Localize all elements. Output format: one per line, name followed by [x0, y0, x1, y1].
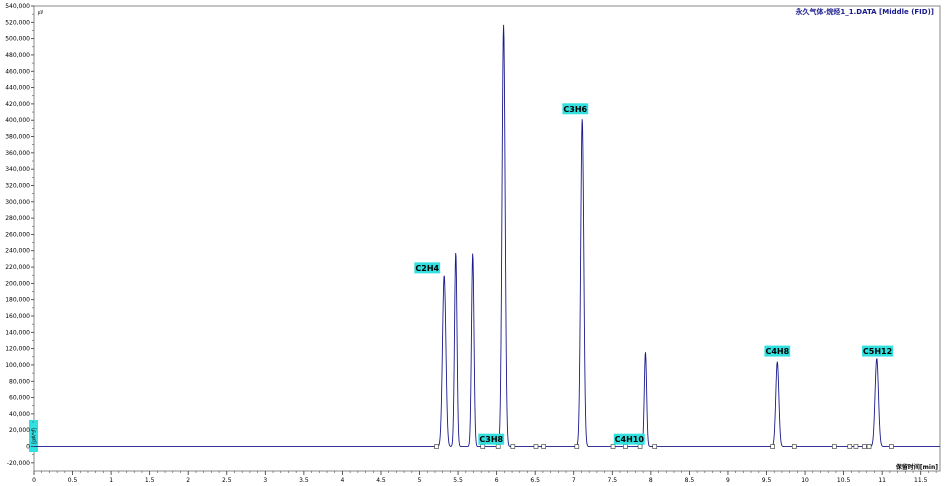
x-tick-label: 0 — [32, 477, 36, 484]
y-tick-label: 240,000 — [5, 248, 30, 255]
y-tick-label: 540,000 — [5, 3, 30, 10]
x-tick-label: 11 — [878, 477, 886, 484]
x-tick-label: 8 — [649, 477, 653, 484]
corner-mark: ㎶ — [38, 10, 43, 16]
x-tick-label: 5 — [418, 477, 422, 484]
x-tick-label: 2.5 — [222, 477, 232, 484]
chart-title: 永久气体-烷烃1_1.DATA [Middle (FID)] — [794, 7, 934, 16]
signal-series — [34, 24, 940, 447]
baseline-marker — [832, 444, 837, 449]
baseline-marker — [610, 444, 616, 449]
x-tick-label: 10.5 — [837, 477, 851, 484]
chromatogram-chart: 永久气体-烷烃1_1.DATA [Middle (FID)] ㎶ [pA*s] … — [0, 0, 948, 486]
y-tick-label: 340,000 — [5, 166, 30, 173]
peak-label: C3H6 — [563, 105, 587, 114]
y-tick-label: -20,000 — [7, 460, 30, 467]
x-tick-label: 5.5 — [453, 477, 463, 484]
y-tick-label: 400,000 — [5, 117, 30, 124]
baseline-marker — [862, 444, 867, 449]
x-axis: 0 0.5 1 1.5 2 2.5 3 3.5 4 4.5 5 5.5 6 6.5 7 7.5 8 8.5 9 9.5… — [32, 471, 937, 484]
y-tick-label: 100,000 — [5, 362, 30, 369]
y-tick-label: 320,000 — [5, 182, 30, 189]
x-tick-label: 6.5 — [530, 477, 540, 484]
baseline-marker — [637, 444, 643, 449]
peak-label: C4H10 — [615, 435, 645, 444]
x-tick-label: 0.5 — [68, 477, 78, 484]
x-tick-label: 6 — [495, 477, 499, 484]
y-unit-label: [pA*s] — [29, 420, 38, 452]
y-tick-label: 180,000 — [5, 297, 30, 304]
peak-labels: C2H4 C3H8 C3H6 C4H10 C4H8 C5H12 — [414, 103, 894, 445]
baseline-marker — [652, 444, 658, 449]
baseline-marker — [495, 444, 501, 449]
y-tick-label: 300,000 — [5, 199, 30, 206]
baseline-marker — [574, 444, 580, 449]
y-tick-label: 220,000 — [5, 264, 30, 271]
baseline-marker — [510, 444, 516, 449]
y-tick-label: 20,000 — [9, 427, 30, 434]
y-tick-label: 440,000 — [5, 85, 30, 92]
baseline-marker — [541, 444, 546, 449]
y-tick-label: 200,000 — [5, 280, 30, 287]
x-tick-label: 4 — [341, 477, 345, 484]
peak-label: C5H12 — [863, 347, 892, 356]
x-tick-label: 1.5 — [145, 477, 155, 484]
peak-label: C2H4 — [415, 264, 439, 273]
x-tick-label: 3.5 — [299, 477, 309, 484]
x-tick-label: 1 — [109, 477, 113, 484]
y-tick-label: 140,000 — [5, 329, 30, 336]
baseline-marker — [847, 444, 853, 449]
y-axis: -20,000 0 20,000 40,000 60,000 80,000 100,000 1… — [5, 3, 34, 467]
x-tick-label: 8.5 — [685, 477, 695, 484]
x-tick-label: 7.5 — [608, 477, 618, 484]
peak-label: C4H8 — [765, 347, 789, 356]
x-tick-label: 4.5 — [376, 477, 386, 484]
x-axis-label: 保留时间[min] — [895, 463, 938, 471]
x-tick-label: 7 — [572, 477, 576, 484]
baseline-marker — [480, 444, 486, 449]
y-tick-label: 380,000 — [5, 134, 30, 141]
baseline-marker — [434, 444, 439, 449]
y-tick-label: 500,000 — [5, 36, 30, 43]
y-tick-label: 40,000 — [9, 411, 30, 418]
y-tick-label: 460,000 — [5, 68, 30, 75]
y-tick-label: 80,000 — [9, 378, 30, 385]
y-tick-label: 280,000 — [5, 215, 30, 222]
chromatogram-svg: 永久气体-烷烃1_1.DATA [Middle (FID)] ㎶ [pA*s] … — [5, 3, 941, 484]
baseline-marker — [791, 444, 797, 449]
x-tick-label: 10 — [801, 477, 809, 484]
baseline-marker — [533, 444, 539, 449]
y-tick-label: 480,000 — [5, 52, 30, 59]
x-tick-label: 11.5 — [914, 477, 928, 484]
y-tick-label: 160,000 — [5, 313, 30, 320]
y-tick-label: 60,000 — [9, 395, 30, 402]
baseline-marker — [889, 444, 894, 449]
x-tick-label: 9.5 — [762, 477, 772, 484]
y-tick-label: 360,000 — [5, 150, 30, 157]
y-tick-label: 420,000 — [5, 101, 30, 108]
baseline-marker — [853, 444, 859, 449]
y-tick-label: 120,000 — [5, 346, 30, 353]
y-tick-label: 0 — [26, 444, 30, 451]
x-tick-label: 9 — [726, 477, 730, 484]
x-tick-label: 3 — [263, 477, 267, 484]
baseline-marker — [770, 444, 775, 449]
plot-frame — [33, 5, 941, 472]
x-tick-label: 2 — [186, 477, 190, 484]
y-tick-label: 520,000 — [5, 19, 30, 26]
signal-trace — [34, 24, 940, 447]
y-tick-label: 260,000 — [5, 231, 30, 238]
baseline-marker — [866, 444, 872, 449]
peak-label: C3H8 — [479, 435, 503, 444]
baseline-marker — [623, 444, 628, 449]
